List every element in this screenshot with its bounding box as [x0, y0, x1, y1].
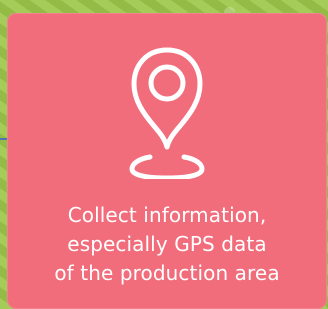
card-caption: Collect information, especially GPS data… — [7, 201, 327, 288]
caption-line-2: especially GPS data — [67, 232, 267, 256]
map-pin-icon — [129, 47, 205, 179]
caption-line-3: of the production area — [54, 261, 280, 285]
caption-line-1: Collect information, — [67, 203, 267, 227]
info-card: Collect information, especially GPS data… — [7, 13, 327, 309]
